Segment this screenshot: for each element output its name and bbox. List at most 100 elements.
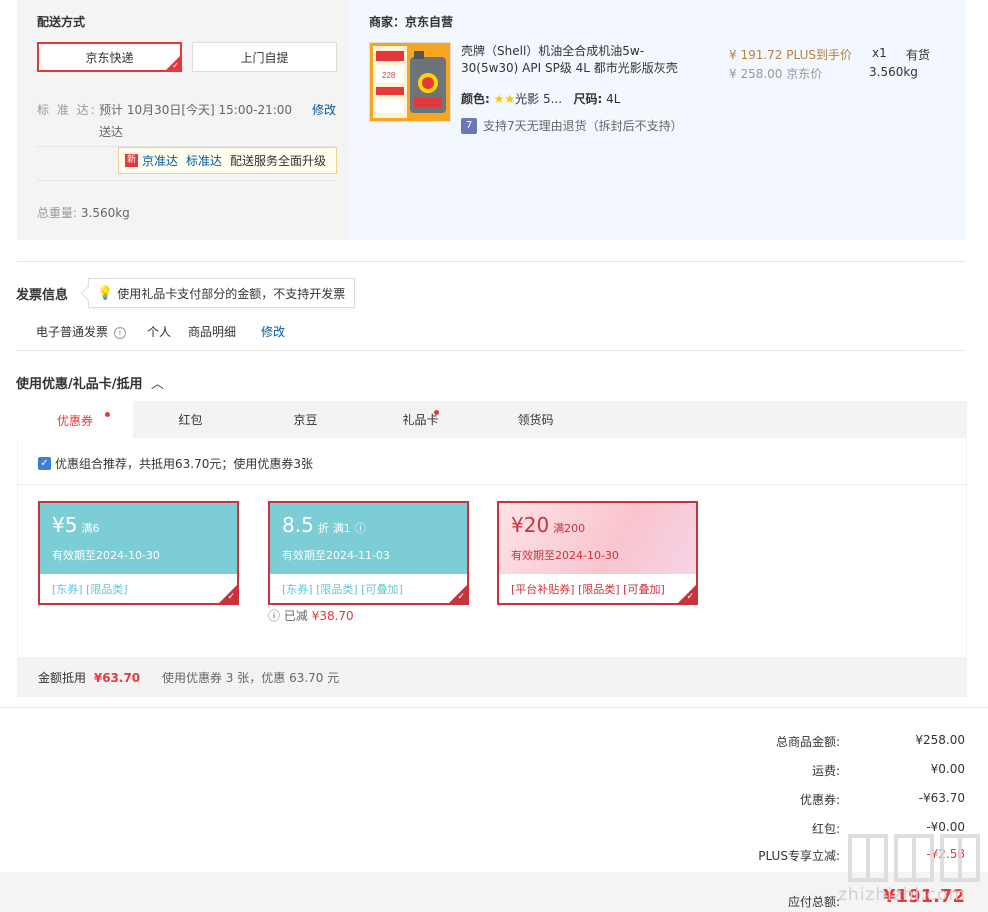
summary-value: ¥258.00 [915,733,965,747]
coupon-expiry: 有效期至2024-10-30 [511,549,619,562]
return-7day-icon: 7 [461,117,477,134]
total-label: 应付总额: [787,895,840,909]
summary-label: 总商品金额: [775,735,840,749]
star-icon: ★ [504,92,516,106]
info-icon[interactable]: i [113,327,126,339]
upgrade-tip-jzd[interactable]: 京准达 [142,152,178,169]
product-weight: 3.560kg [869,65,918,79]
divider [37,180,335,181]
summary-label: 红包: [811,822,840,836]
coupon-section-label: 使用优惠/礼品卡/抵用 [16,377,143,392]
combo-recommend[interactable]: ✓ 优惠组合推荐，共抵用63.70元；使用优惠券3张 [38,455,313,472]
coupon-tags: [东券] [限品类] [52,583,128,596]
summary-label: 优惠券: [799,793,840,807]
ship-option-label: 京东快递 [85,50,134,65]
coupon-expiry: 有效期至2024-11-03 [282,549,390,562]
coupon-card-top: 8.5 折满1 ⓘ 有效期至2024-11-03 [270,503,467,574]
quantity: x1 [872,46,887,60]
ship-option-label: 上门自提 [240,50,289,65]
standard-delivery-label: 标 准 达: [37,103,97,117]
red-dot-icon [434,410,439,415]
ship-option-jd-express[interactable]: 京东快递 ✓ [37,42,182,72]
coupon-tags: [东券] [限品类] [可叠加] [282,583,403,596]
lightbulb-icon: 💡 [97,285,114,301]
info-icon: ⓘ [268,609,281,623]
info-icon[interactable]: ⓘ [355,522,366,535]
invoice-modify-link[interactable]: 修改 [261,323,285,340]
total-weight: 总重量: 3.560kg [37,204,130,221]
coupon-card[interactable]: 8.5 折满1 ⓘ 有效期至2024-11-03 [东券] [限品类] [可叠加] … [268,501,469,605]
invoice-content: 商品明细 [188,325,237,339]
red-dot-icon [105,412,110,417]
combo-text: 优惠组合推荐，共抵用63.70元；使用优惠券3张 [55,457,313,471]
divider [0,707,988,708]
divider [17,261,965,262]
invoice-title: 发票信息 [16,288,69,303]
coupon-tags: [平台补贴券] [限品类] [可叠加] [511,583,665,596]
tab-pickup-code[interactable]: 领货码 [478,401,593,438]
coupon-section-title[interactable]: 使用优惠/礼品卡/抵用 ︿ [16,373,164,392]
tab-gift-card[interactable]: 礼品卡 [363,401,478,438]
check-icon: ✓ [457,592,465,602]
invoice-type: 电子普通发票 i [36,323,126,340]
offset-amount: ¥63.70 [93,671,141,685]
upgrade-tip-bzd[interactable]: 标准达 [186,152,222,169]
summary-value: ¥0.00 [930,762,965,776]
tab-label: 京豆 [293,413,318,427]
weight-value: 3.560kg [80,206,130,220]
offset-summary: 金额抵用 ¥63.70 使用优惠券 3 张，优惠 63.70 元 [38,669,339,686]
coupon-card[interactable]: ¥20 满200 有效期至2024-10-30 [平台补贴券] [限品类] [可叠… [497,501,698,605]
coupon-condition: 满6 [81,522,100,535]
check-icon: ✓ [227,592,235,602]
tab-label: 领货码 [517,413,554,427]
return-policy: 7 支持7天无理由退货（拆封后不支持） [461,117,683,134]
invoice-owner: 个人 [147,325,172,339]
tab-red-packet[interactable]: 红包 [133,401,248,438]
standard-delivery-time: 预计 10月30日[今天] 15:00-21:00 送达 [99,103,293,139]
coupon-expiry: 有效期至2024-10-30 [52,549,160,562]
tab-label: 红包 [178,413,203,427]
stock-status: 有货 [906,48,931,62]
new-badge-icon: 新 [125,154,138,167]
coupon-condition: 满1 [332,522,351,535]
size-value: 4L [606,92,621,106]
upgrade-tip-text: 配送服务全面升级 [230,154,327,168]
color-value: 光影 5... [515,92,563,106]
summary-label: 运费: [811,764,840,778]
coupon-card[interactable]: ¥5 满6 有效期至2024-10-30 [东券] [限品类] ✓ [38,501,239,605]
invoice-tip-text: 使用礼品卡支付部分的金额，不支持开发票 [117,286,346,301]
star-icon: ★ [493,92,505,106]
jd-price: ¥ 258.00 京东价 [729,67,823,81]
delivery-upgrade-tip: 新 京准达 标准达 配送服务全面升级 [118,147,337,174]
modify-delivery-link[interactable]: 修改 [312,101,336,118]
summary-value: -¥63.70 [918,791,965,805]
tab-coupon[interactable]: 优惠券 [17,401,133,438]
already-reduced: ⓘ 已减 ¥38.70 [268,607,354,624]
product-image[interactable]: 228 [369,42,451,122]
chevron-up-icon: ︿ [151,377,165,392]
product-name[interactable]: 壳牌（Shell）机油全合成机油5w-30(5w30) API SP级 4L 都… [461,43,701,77]
image-price-badge: 228 [382,71,396,80]
coupon-amount: ¥5 满6 [52,513,100,537]
summary-label: PLUS专享立减: [758,849,840,863]
already-value: ¥38.70 [311,609,354,623]
color-label: 颜色: [461,92,490,106]
product-attributes: 颜色: ★★光影 5... 尺码: 4L [461,90,621,107]
coupon-card-top: ¥5 满6 有效期至2024-10-30 [40,503,237,574]
divider [17,350,965,351]
merchant-name: 商家：京东自营 [369,15,454,29]
oil-bottle-icon: 228 [370,43,450,121]
size-label: 尺码: [573,92,603,106]
check-icon: ✓ [172,61,179,70]
tab-label: 优惠券 [56,414,93,428]
tab-jd-beans[interactable]: 京豆 [248,401,363,438]
checkbox-checked-icon[interactable]: ✓ [38,457,51,470]
coupon-amount: 8.5 折满1 ⓘ [282,513,366,537]
watermark-text: zhizhizhi.com [838,885,966,905]
shipping-title: 配送方式 [37,15,86,29]
tab-label: 礼品卡 [402,413,439,427]
ship-option-self-pickup[interactable]: 上门自提 [192,42,337,72]
coupon-amount: ¥20 满200 [511,513,586,537]
check-icon: ✓ [686,592,694,602]
weight-label: 总重量: [37,206,78,220]
